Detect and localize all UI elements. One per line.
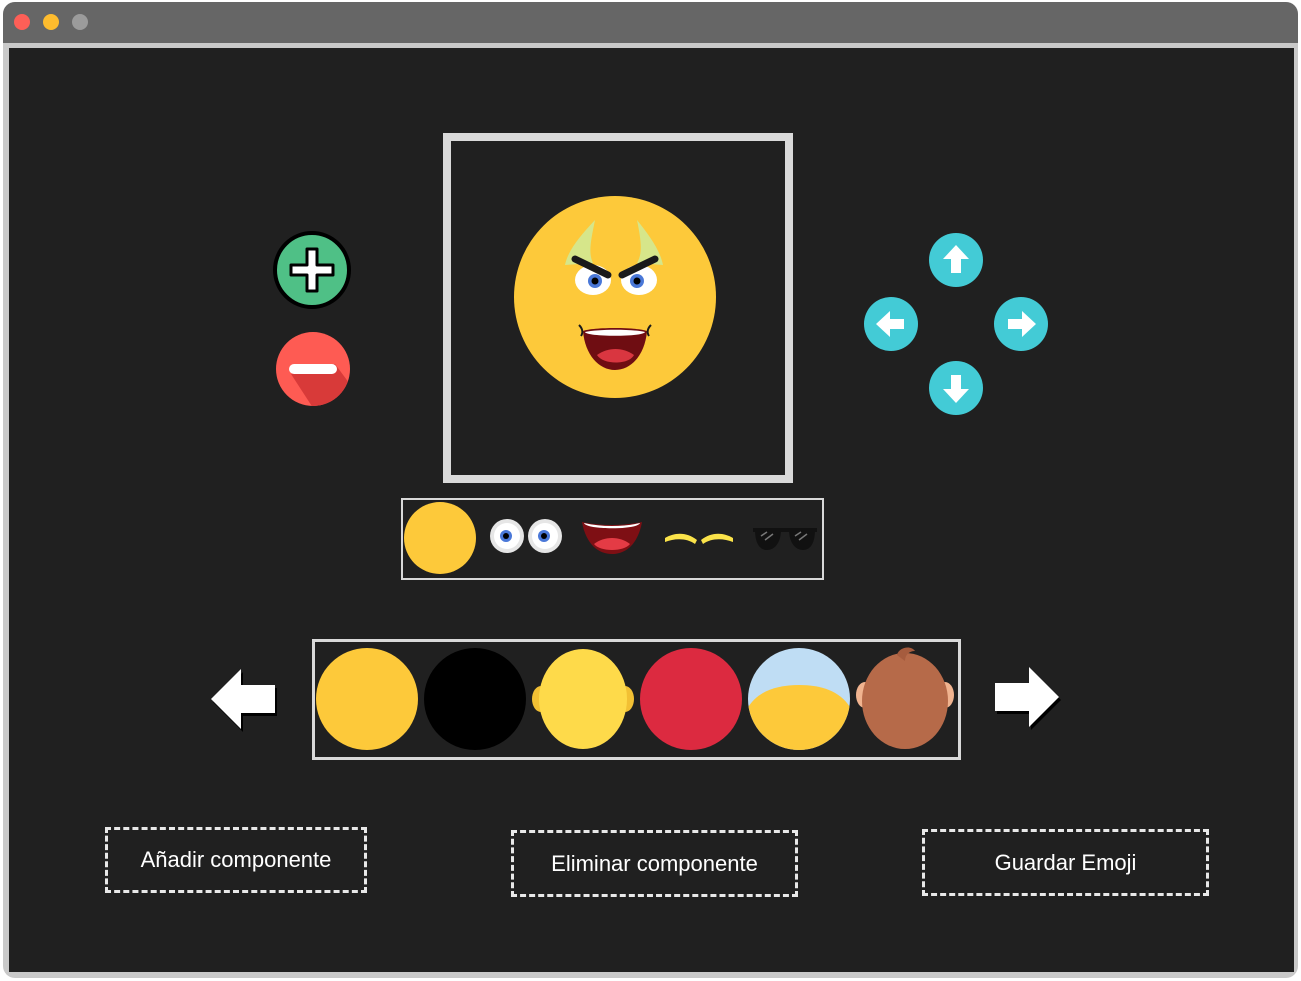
next-skin-button[interactable] (991, 664, 1063, 734)
remove-component-button[interactable]: Eliminar componente (511, 830, 798, 897)
emoji-preview-frame (443, 133, 793, 483)
eyebrows-icon[interactable] (663, 526, 735, 548)
move-left-button[interactable] (864, 297, 918, 351)
mouth-icon[interactable] (580, 518, 644, 556)
base-icon[interactable] (403, 501, 477, 575)
arrow-left-icon (211, 669, 277, 732)
skin-bald-face[interactable] (747, 647, 851, 751)
title-bar (3, 2, 1298, 43)
close-window-button[interactable] (14, 14, 30, 30)
arrow-right-icon (994, 297, 1048, 351)
previous-skin-button[interactable] (209, 666, 281, 736)
maximize-window-button[interactable] (72, 14, 88, 30)
arrow-up-icon (929, 233, 983, 287)
skin-yellow-face[interactable] (315, 647, 419, 751)
add-component-icon-button[interactable] (273, 231, 351, 309)
editor-canvas: Añadir componente Eliminar componente Gu… (9, 48, 1294, 972)
move-down-button[interactable] (929, 361, 983, 415)
plus-circle-icon (273, 231, 351, 309)
remove-component-icon-button[interactable] (275, 331, 351, 407)
minus-circle-icon (276, 332, 350, 406)
skin-selector-strip (312, 639, 961, 760)
skin-red-face[interactable] (639, 647, 743, 751)
arrow-right-icon (995, 667, 1061, 730)
skin-monkey-face[interactable] (855, 645, 955, 751)
add-component-button[interactable]: Añadir componente (105, 827, 367, 893)
arrow-left-icon (864, 297, 918, 351)
arrow-down-icon (929, 361, 983, 415)
minimize-window-button[interactable] (43, 14, 59, 30)
remove-component-label: Eliminar componente (551, 850, 758, 876)
add-component-label: Añadir componente (140, 847, 332, 872)
save-emoji-label: Guardar Emoji (994, 849, 1137, 875)
sunglasses-icon[interactable] (751, 522, 819, 552)
app-window: Añadir componente Eliminar componente Gu… (3, 2, 1298, 978)
move-right-button[interactable] (994, 297, 1048, 351)
save-emoji-button[interactable]: Guardar Emoji (922, 829, 1209, 896)
skin-black-face[interactable] (423, 647, 527, 751)
emoji-preview (514, 196, 716, 398)
move-up-button[interactable] (929, 233, 983, 287)
component-type-strip (401, 498, 824, 580)
eyes-icon[interactable] (489, 516, 563, 556)
skin-yellow-face-with-ears[interactable] (531, 647, 635, 751)
